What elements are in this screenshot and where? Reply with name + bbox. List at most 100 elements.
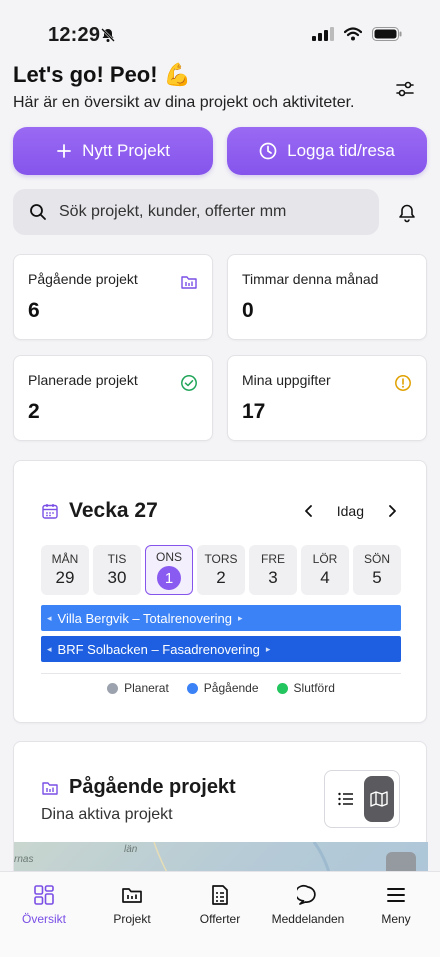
day-cell-thu[interactable]: TORS 2 <box>197 545 245 595</box>
tab-menu[interactable]: Meny <box>352 872 440 957</box>
day-date: 1 <box>157 566 181 590</box>
divider <box>41 673 401 674</box>
stat-card-planned-projects[interactable]: Planerade projekt 2 <box>13 355 213 441</box>
folder-chart-icon <box>122 888 142 903</box>
legend-dot <box>107 682 119 694</box>
projects-header: Pågående projekt <box>41 776 236 799</box>
list-icon <box>337 792 353 806</box>
day-cell-fri[interactable]: FRE 3 <box>249 545 297 595</box>
signal-icon <box>312 27 334 41</box>
chevron-left-icon: ◂ <box>47 612 52 623</box>
day-cell-mon[interactable]: MÅN 29 <box>41 545 89 595</box>
status-legend: Planerat Pågående Slutförd <box>14 681 428 695</box>
chevron-right-icon[interactable] <box>386 504 398 518</box>
tab-overview[interactable]: Översikt <box>0 872 88 957</box>
hamburger-icon <box>387 888 405 902</box>
day-name: TIS <box>107 552 127 566</box>
today-button[interactable]: Idag <box>337 503 364 519</box>
stat-label: Pågående projekt <box>28 271 138 287</box>
legend-item: Planerat <box>107 681 169 695</box>
day-name: TORS <box>204 552 238 566</box>
folder-chart-icon <box>42 781 58 795</box>
stat-card-my-tasks[interactable]: Mina uppgifter 17 <box>227 355 427 441</box>
chevron-right-icon: ▸ <box>265 643 271 654</box>
day-date: 2 <box>216 568 226 587</box>
search-placeholder: Sök projekt, kunder, offerter mm <box>59 203 287 220</box>
day-name: FRE <box>261 552 285 566</box>
day-date: 5 <box>372 568 382 587</box>
stat-value: 2 <box>28 400 40 423</box>
map-view-button[interactable] <box>363 776 394 822</box>
week-navigation: Idag <box>303 503 398 519</box>
tab-label: Offerter <box>199 912 241 926</box>
stat-label: Mina uppgifter <box>242 372 331 388</box>
list-view-button[interactable] <box>331 776 361 822</box>
view-toggle <box>324 770 400 828</box>
tab-projects[interactable]: Projekt <box>88 872 176 957</box>
battery-icon <box>372 27 402 41</box>
projects-subtitle: Dina aktiva projekt <box>41 806 173 823</box>
day-name: SÖN <box>363 552 390 566</box>
log-time-button[interactable]: Logga tid/resa <box>227 127 427 175</box>
chevron-right-icon: ▸ <box>237 612 243 623</box>
day-date: 4 <box>320 568 330 587</box>
week-days: MÅN 29 TIS 30 ONS 1 TORS 2 FRE 3 LÖR 4 S… <box>41 545 401 595</box>
grid-icon <box>34 885 54 905</box>
greeting-subtitle: Här är en översikt av dina projekt och a… <box>13 94 355 111</box>
bottom-tab-bar: Översikt Projekt Offerter Meddelanden Me… <box>0 871 440 957</box>
day-date: 30 <box>107 568 127 587</box>
day-cell-tue[interactable]: TIS 30 <box>93 545 141 595</box>
map-icon <box>369 791 388 807</box>
week-title: Vecka 27 <box>69 499 158 522</box>
stat-value: 0 <box>242 299 254 322</box>
legend-item: Slutförd <box>276 681 335 695</box>
week-header: Vecka 27 <box>41 499 158 523</box>
day-name: MÅN <box>51 552 79 566</box>
day-cell-sun[interactable]: SÖN 5 <box>353 545 401 595</box>
day-date: 3 <box>268 568 278 587</box>
tab-label: Meddelanden <box>271 912 345 926</box>
stat-card-ongoing-projects[interactable]: Pågående projekt 6 <box>13 254 213 340</box>
stat-value: 17 <box>242 400 266 423</box>
legend-label: Planerat <box>124 681 169 695</box>
check-circle-icon <box>181 375 197 391</box>
folder-chart-icon <box>181 276 197 289</box>
tab-messages[interactable]: Meddelanden <box>264 872 352 957</box>
legend-dot <box>276 682 288 694</box>
project-bar-label: BRF Solbacken – Fasadrenovering <box>57 641 260 657</box>
calendar-icon <box>42 504 58 519</box>
day-cell-sat[interactable]: LÖR 4 <box>301 545 349 595</box>
tab-quotes[interactable]: Offerter <box>176 872 264 957</box>
tab-label: Projekt <box>113 912 151 926</box>
stat-value: 6 <box>28 299 40 322</box>
bell-off-icon <box>101 28 115 42</box>
projects-title: Pågående projekt <box>69 776 236 798</box>
chat-bubble-icon <box>297 884 316 905</box>
stat-label: Timmar denna månad <box>242 271 379 287</box>
alert-circle-icon <box>395 375 411 391</box>
filter-settings-icon[interactable] <box>394 78 416 100</box>
notification-bell-icon[interactable] <box>397 203 417 223</box>
project-bar[interactable]: ◂ Villa Bergvik – Totalrenovering ▸ <box>41 605 401 631</box>
status-time: 12:29 <box>48 24 101 46</box>
clock-icon <box>259 142 277 160</box>
tab-label: Meny <box>381 912 411 926</box>
chevron-left-icon: ◂ <box>47 643 52 654</box>
day-cell-wed-today[interactable]: ONS 1 <box>145 545 193 595</box>
legend-label: Slutförd <box>293 681 335 695</box>
search-input[interactable]: Sök projekt, kunder, offerter mm <box>13 189 379 235</box>
project-bar[interactable]: ◂ BRF Solbacken – Fasadrenovering ▸ <box>41 636 401 662</box>
log-time-label: Logga tid/resa <box>287 141 395 160</box>
legend-item: Pågående <box>186 681 259 695</box>
greeting-section: Let's go! Peo! 💪 Här är en översikt av d… <box>13 62 355 112</box>
stat-label: Planerade projekt <box>28 372 138 388</box>
week-calendar-card: Vecka 27 Idag MÅN 29 TIS 30 ONS 1 TORS 2… <box>13 460 427 723</box>
plus-icon <box>57 144 71 158</box>
status-indicators <box>312 27 402 41</box>
project-bar-label: Villa Bergvik – Totalrenovering <box>57 610 232 626</box>
new-project-button[interactable]: Nytt Projekt <box>13 127 213 175</box>
chevron-left-icon[interactable] <box>303 504 315 518</box>
day-name: ONS <box>155 550 182 564</box>
legend-label: Pågående <box>203 681 259 695</box>
stat-card-hours-month[interactable]: Timmar denna månad 0 <box>227 254 427 340</box>
